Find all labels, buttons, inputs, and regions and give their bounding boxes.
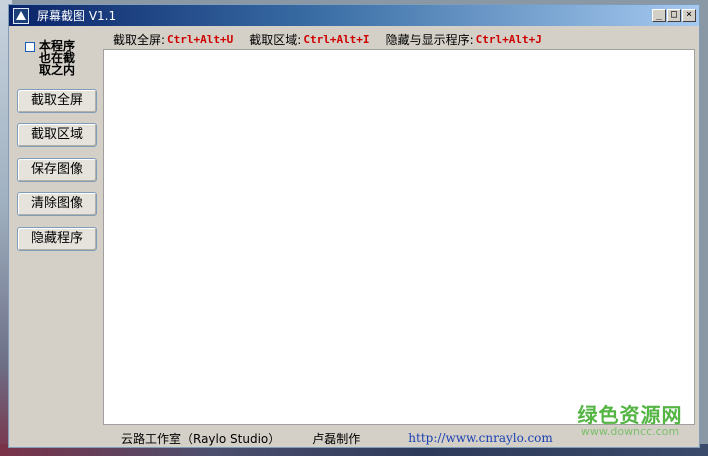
hotkey-bar: 截取全屏: Ctrl+Alt+U 截取区域: Ctrl+Alt+I 隐藏与显示程… <box>113 31 558 47</box>
author-credit: 卢磊制作 <box>312 431 361 446</box>
hotkey-label-fullscreen: 截取全屏: <box>113 32 166 47</box>
sidebar: 本程序也在截取之内 截取全屏 截取区域 保存图像 清除图像 隐藏程序 <box>9 27 103 447</box>
app-logo-icon[interactable] <box>13 7 29 24</box>
window-controls: _ □ × <box>652 9 696 22</box>
minimize-icon[interactable]: _ <box>652 9 666 22</box>
capture-fullscreen-button[interactable]: 截取全屏 <box>17 89 97 113</box>
hotkey-label-region: 截取区域: <box>249 32 302 47</box>
website-link[interactable]: http://www.cnraylo.com <box>408 431 553 445</box>
save-image-button[interactable]: 保存图像 <box>17 158 97 182</box>
studio-credit: 云路工作室（Raylo Studio） <box>121 431 281 446</box>
capture-region-button[interactable]: 截取区域 <box>17 123 97 147</box>
hotkey-key-toggle: Ctrl+Alt+J <box>475 32 542 46</box>
app-window: 屏幕截图 V1.1 _ □ × 本程序也在截取之内 截取全屏 截取区域 保存图像… <box>8 4 700 448</box>
hide-program-button[interactable]: 隐藏程序 <box>17 227 97 251</box>
clear-image-button[interactable]: 清除图像 <box>17 192 97 216</box>
footer: 云路工作室（Raylo Studio） 卢磊制作 http://www.cnra… <box>121 431 553 446</box>
maximize-icon[interactable]: □ <box>667 9 681 22</box>
hotkey-key-region: Ctrl+Alt+I <box>303 32 370 46</box>
image-canvas[interactable] <box>103 49 695 425</box>
include-self-label: 本程序也在截取之内 <box>39 39 76 77</box>
hotkey-label-toggle: 隐藏与显示程序: <box>385 32 474 47</box>
close-icon[interactable]: × <box>682 9 696 22</box>
window-title: 屏幕截图 V1.1 <box>37 9 117 23</box>
hotkey-key-fullscreen: Ctrl+Alt+U <box>167 32 234 46</box>
title-bar[interactable]: 屏幕截图 V1.1 _ □ × <box>9 5 699 26</box>
include-self-checkbox[interactable] <box>25 42 35 52</box>
include-self-option[interactable]: 本程序也在截取之内 <box>25 40 81 76</box>
